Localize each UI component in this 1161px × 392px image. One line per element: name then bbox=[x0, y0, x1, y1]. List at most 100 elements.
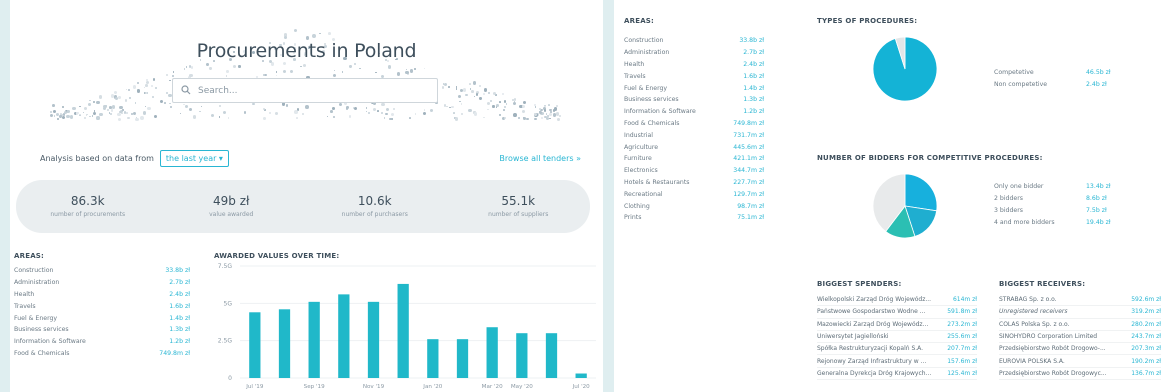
list-item[interactable]: Administration 2.7b zł bbox=[14, 277, 190, 289]
chart-bar[interactable] bbox=[367, 301, 380, 378]
item-name: Recreational bbox=[624, 190, 663, 198]
list-item[interactable]: Furniture 421.1m zł bbox=[624, 153, 764, 165]
list-item[interactable]: Hotels & Restaurants 227.7m zł bbox=[624, 177, 764, 189]
list-item[interactable]: Food & Chemicals 749.8m zł bbox=[14, 348, 190, 360]
pie-slice[interactable] bbox=[904, 173, 938, 212]
item-amount: 98.7m zł bbox=[737, 202, 764, 210]
list-item[interactable]: Przedsiębiorstwo Robót Drogowyc... 136.7m… bbox=[999, 368, 1161, 381]
map-dot bbox=[59, 115, 62, 118]
list-item[interactable]: Wielkopolski Zarząd Dróg Wojewódz... 614m… bbox=[817, 294, 977, 307]
item-amount: 1.4b zł bbox=[169, 314, 190, 322]
item-name: Information & Software bbox=[624, 108, 696, 116]
procedures-pie bbox=[872, 36, 938, 102]
list-item[interactable]: Industrial 731.7m zł bbox=[624, 129, 764, 141]
map-dot bbox=[128, 88, 131, 91]
map-dot bbox=[522, 100, 526, 105]
map-dot bbox=[293, 28, 298, 33]
list-item[interactable]: Mazowiecki Zarząd Dróg Wojewódz... 273.2m… bbox=[817, 319, 977, 331]
list-item[interactable]: Uniwersytet Jagielloński 255.6m zł bbox=[817, 331, 977, 344]
list-item[interactable]: Spółka Restrukturyzacji Kopalń S.A. 207.7… bbox=[817, 343, 977, 356]
chart-bar[interactable] bbox=[308, 301, 320, 378]
map-dot bbox=[319, 33, 321, 35]
map-dot bbox=[534, 106, 537, 108]
chart-bar[interactable] bbox=[486, 327, 498, 378]
period-dropdown[interactable]: the last year ▾ bbox=[159, 150, 229, 167]
list-item[interactable]: Electronics 344.7m zł bbox=[624, 165, 764, 177]
map-dot bbox=[457, 94, 462, 99]
list-item[interactable]: Construction 33.8b zł bbox=[14, 265, 190, 277]
list-item[interactable]: Prints 75.1m zł bbox=[624, 212, 764, 224]
map-dot bbox=[79, 114, 81, 117]
list-item[interactable]: Administration 2.7b zł bbox=[624, 47, 764, 59]
list-item[interactable]: Health 2.4b zł bbox=[624, 59, 764, 71]
list-item[interactable]: Unregistered receivers 319.2m zł bbox=[999, 306, 1161, 319]
list-item[interactable]: Information & Software 1.2b zł bbox=[14, 336, 190, 348]
list-item[interactable]: Food & Chemicals 749.8m zł bbox=[624, 118, 764, 130]
legend-amount: 19.4b zł bbox=[1086, 218, 1111, 226]
map-dot bbox=[453, 112, 455, 114]
list-item[interactable]: Agriculture 445.6m zł bbox=[624, 141, 764, 153]
map-dot bbox=[209, 67, 212, 70]
browse-all-link[interactable]: Browse all tenders » bbox=[499, 154, 581, 163]
chart-bar[interactable] bbox=[338, 294, 350, 378]
item-amount: 1.2b zł bbox=[169, 338, 190, 346]
map-dot bbox=[487, 108, 489, 111]
list-item[interactable]: Business services 1.3b zł bbox=[14, 324, 190, 336]
map-dot bbox=[103, 104, 107, 109]
list-item[interactable]: COLAS Polska Sp. z o.o. 280.2m zł bbox=[999, 319, 1161, 331]
list-item[interactable]: Recreational 129.7m zł bbox=[624, 188, 764, 200]
item-name: Prints bbox=[624, 214, 642, 222]
chart-bar[interactable] bbox=[249, 312, 261, 378]
search-input[interactable]: Search... bbox=[172, 78, 438, 103]
map-dot bbox=[549, 108, 552, 112]
list-item[interactable]: SINOHYDRO Corporation Limited 243.7m zł bbox=[999, 331, 1161, 344]
item-amount: 207.3m zł bbox=[1131, 345, 1161, 353]
list-item[interactable]: Business services 1.3b zł bbox=[624, 94, 764, 106]
list-item[interactable]: Państwowe Gospodarstwo Wodne ... 591.8m z… bbox=[817, 306, 977, 319]
item-amount: 731.7m zł bbox=[733, 131, 764, 139]
chart-bar[interactable] bbox=[427, 339, 439, 378]
item-amount: 1.2b zł bbox=[743, 108, 764, 116]
map-dot bbox=[145, 105, 147, 108]
map-dot bbox=[489, 100, 492, 103]
list-item[interactable]: Fuel & Energy 1.4b zł bbox=[14, 312, 190, 324]
item-amount: 749.8m zł bbox=[733, 119, 764, 127]
item-name: SINOHYDRO Corporation Limited bbox=[999, 333, 1098, 341]
map-dot bbox=[219, 105, 221, 107]
map-dot bbox=[549, 117, 551, 120]
map-dot bbox=[238, 65, 241, 68]
map-dot bbox=[88, 115, 91, 118]
map-dot bbox=[492, 105, 495, 108]
list-item[interactable]: Generalna Dyrekcja Dróg Krajowych... 125.… bbox=[817, 368, 977, 381]
map-dot bbox=[284, 36, 288, 40]
list-item[interactable]: EUROVIA POLSKA S.A. 190.2m zł bbox=[999, 355, 1161, 368]
map-dot bbox=[488, 92, 490, 94]
stat-label: value awarded bbox=[209, 211, 254, 218]
chart-bar[interactable] bbox=[575, 373, 587, 378]
chart-bar[interactable] bbox=[516, 333, 528, 378]
item-amount: 243.7m zł bbox=[1131, 333, 1161, 341]
map-dot bbox=[218, 116, 220, 118]
map-dot bbox=[522, 104, 526, 109]
chart-bar[interactable] bbox=[278, 309, 291, 378]
list-item[interactable]: Information & Software 1.2b zł bbox=[624, 106, 764, 118]
map-dot bbox=[227, 116, 230, 119]
list-item[interactable]: Travels 1.6b zł bbox=[624, 70, 764, 82]
chart-bar[interactable] bbox=[545, 333, 558, 378]
map-dot bbox=[533, 112, 537, 116]
list-item[interactable]: Health 2.4b zł bbox=[14, 289, 190, 301]
list-item[interactable]: Travels 1.6b zł bbox=[14, 300, 190, 312]
list-item[interactable]: STRABAG Sp. z o.o. 592.6m zł bbox=[999, 294, 1161, 307]
item-amount: 1.3b zł bbox=[743, 96, 764, 104]
list-item[interactable]: Rejonowy Zarząd Infrastruktury w ... 157.… bbox=[817, 355, 977, 368]
map-dot bbox=[479, 97, 482, 100]
list-item[interactable]: Clothing 98.7m zł bbox=[624, 200, 764, 212]
list-item[interactable]: Construction 33.8b zł bbox=[624, 35, 764, 47]
map-dot bbox=[499, 101, 501, 103]
chart-bar[interactable] bbox=[397, 283, 409, 378]
list-item[interactable]: Fuel & Energy 1.4b zł bbox=[624, 82, 764, 94]
list-item[interactable]: Przedsiębiorstwo Robót Drogowo-... 207.3m… bbox=[999, 343, 1161, 356]
chart-bar[interactable] bbox=[456, 339, 469, 378]
item-name: Business services bbox=[624, 96, 679, 104]
item-amount: 129.7m zł bbox=[733, 190, 764, 198]
